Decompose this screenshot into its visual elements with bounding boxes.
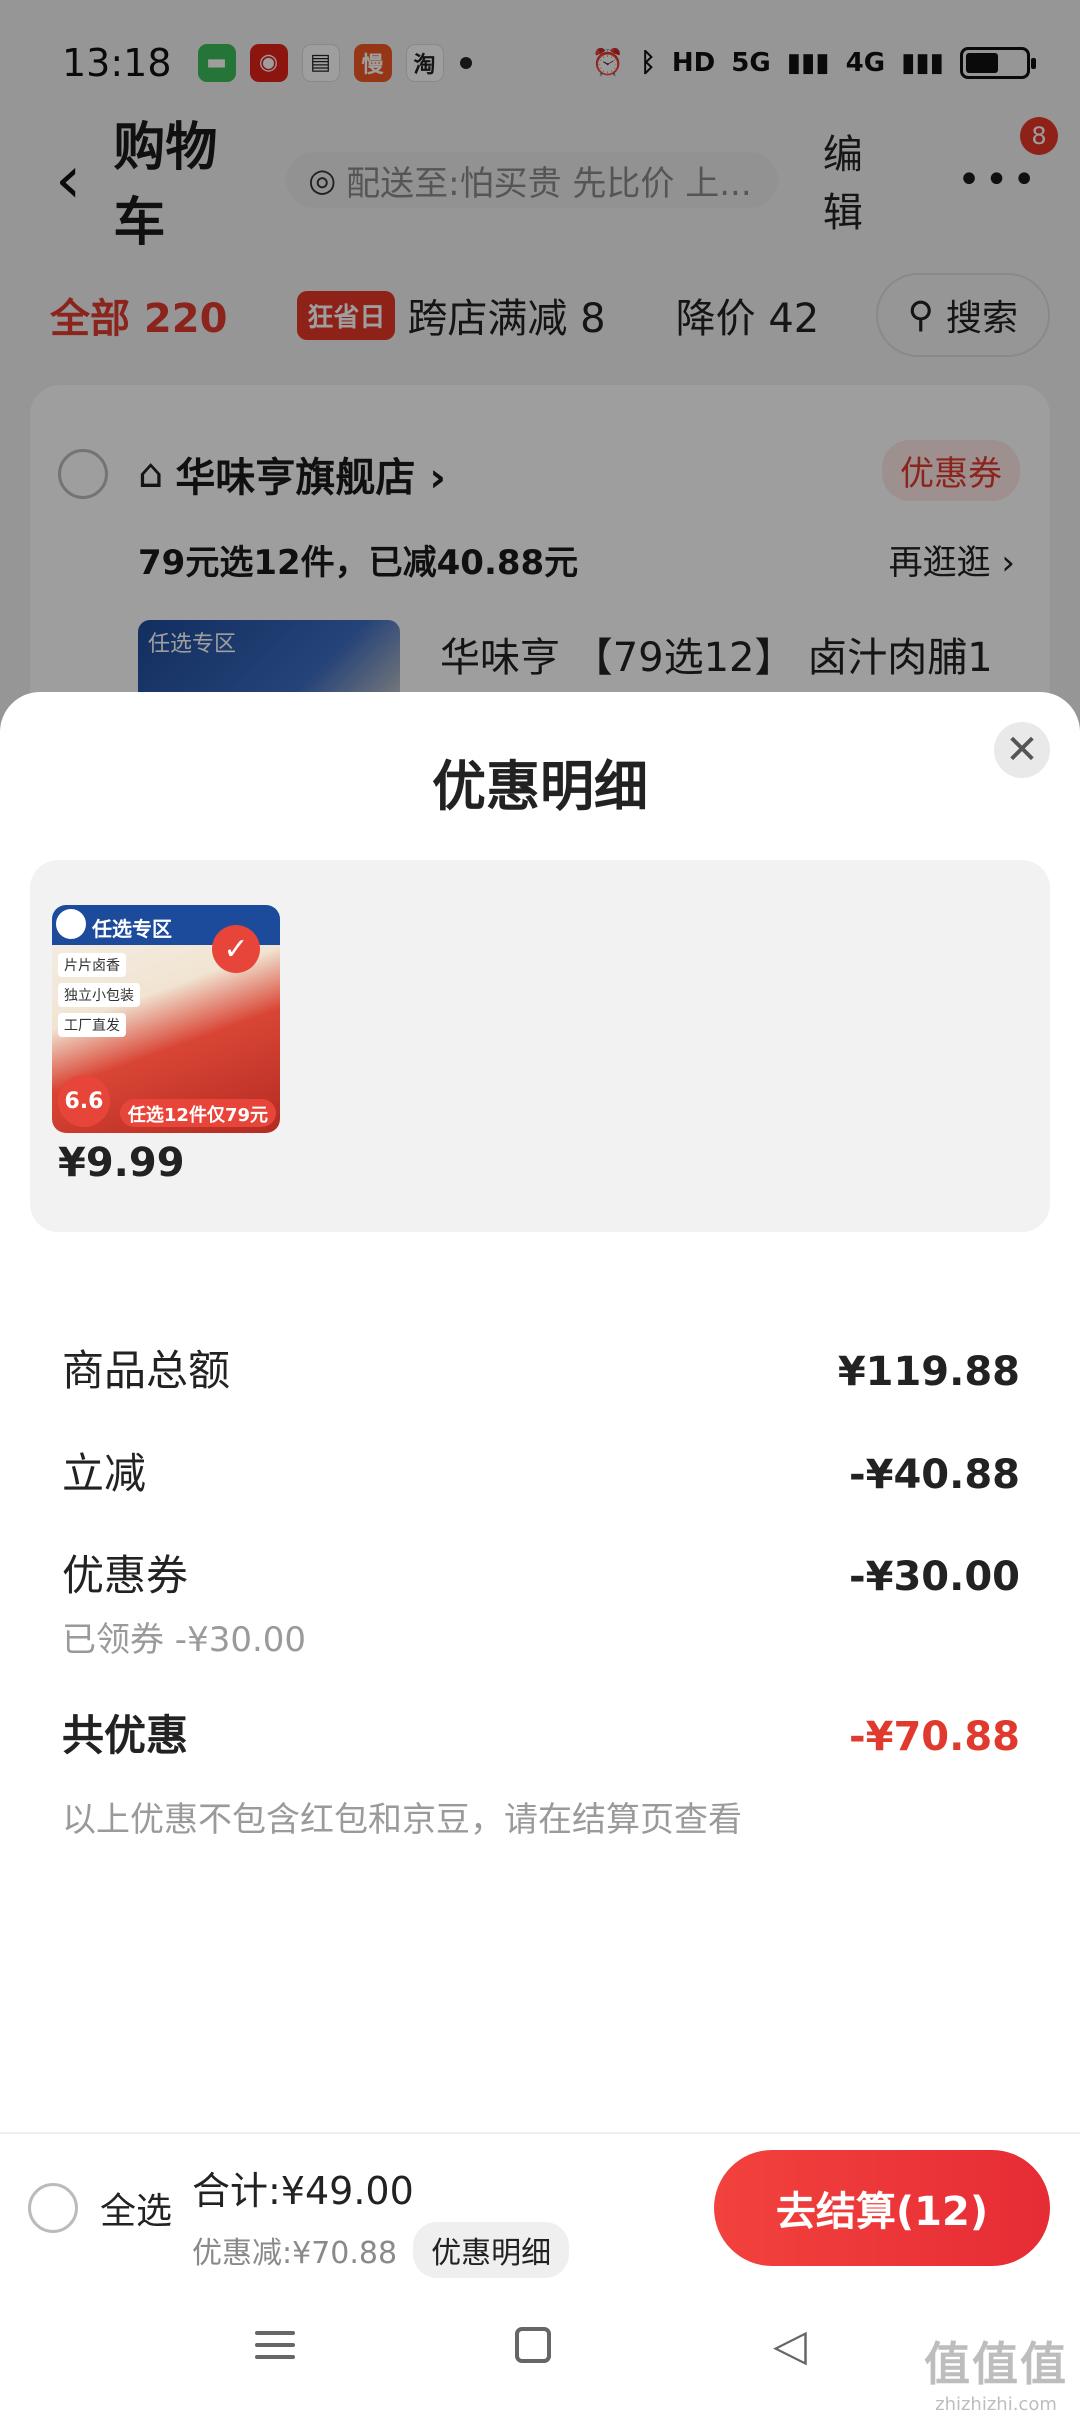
goods-total-value: ¥119.88 <box>837 1349 1020 1395</box>
sheet-title: 优惠明细 <box>432 755 648 818</box>
menu-line <box>255 2343 295 2347</box>
product-image[interactable]: 任选专区 片片卤香 独立小包装 工厂直发 ✓ 6.6 任选12件仅79元 <box>52 905 280 1133</box>
select-all-checkbox[interactable] <box>28 2183 78 2233</box>
image-tag: 工厂直发 <box>58 1013 126 1037</box>
site-watermark: 值值值 zhizhizhi.com <box>924 2328 1068 2412</box>
coupon-label: 优惠券 <box>62 1551 189 1600</box>
coupon-value: -¥30.00 <box>849 1554 1020 1600</box>
watermark-url: zhizhizhi.com <box>935 2394 1057 2412</box>
total-discount-value: -¥70.88 <box>849 1714 1020 1760</box>
menu-line <box>255 2331 295 2335</box>
item-price: ¥9.99 <box>58 1140 185 1186</box>
watermark-logo: 值值值 <box>924 2337 1068 2391</box>
instant-cut-label: 立减 <box>62 1449 147 1498</box>
goods-total-row: 商品总额 ¥119.88 <box>62 1337 1020 1398</box>
close-button[interactable]: ✕ <box>994 722 1050 778</box>
screen: 13:18 ▬ ◉ ▤ 慢淘 ⏰ ᛒ HD 5G ▮▮▮ 4G ▮▮▮ ‹ 购物车 ◎… <box>0 0 1080 2412</box>
image-promo-strip: 任选12件仅79元 <box>119 1099 276 1127</box>
checkout-button[interactable]: 去结算(12) <box>714 2150 1050 2266</box>
discount-detail-button[interactable]: 优惠明细 <box>413 2222 570 2278</box>
instant-cut-row: 立减 -¥40.88 <box>62 1440 1020 1501</box>
menu-line <box>255 2355 295 2359</box>
image-tag: 片片卤香 <box>58 953 126 977</box>
checkmark-icon: ✓ <box>212 925 260 973</box>
recent-apps-button[interactable] <box>250 2320 300 2370</box>
discount-note: 以上优惠不包含红包和京豆，请在结算页查看 <box>62 1800 742 1840</box>
checkout-bar: 全选 合计:¥49.00 优惠减:¥70.88 优惠明细 去结算(12) <box>0 2132 1080 2280</box>
select-all-toggle[interactable]: 全选 <box>28 2182 172 2234</box>
order-total: 合计:¥49.00 <box>192 2169 414 2213</box>
select-all-label: 全选 <box>100 2191 173 2232</box>
goods-total-label: 商品总额 <box>62 1346 231 1395</box>
image-price-badge: 6.6 <box>58 1075 110 1127</box>
back-triangle-icon: ◁ <box>773 2319 807 2371</box>
system-nav-bar: ◁ <box>0 2280 1080 2412</box>
coupon-sub-text: 已领券 -¥30.00 <box>62 1620 307 1660</box>
discount-line: 优惠减:¥70.88 优惠明细 <box>192 2222 570 2278</box>
close-icon: ✕ <box>1005 727 1039 773</box>
coupon-row: 优惠券 -¥30.00 <box>62 1542 1020 1603</box>
home-square-icon <box>515 2327 551 2363</box>
total-discount-label: 共优惠 <box>62 1711 189 1760</box>
image-tag: 独立小包装 <box>58 983 140 1007</box>
back-button[interactable]: ◁ <box>765 2319 815 2371</box>
instant-cut-value: -¥40.88 <box>849 1452 1020 1498</box>
selected-items-box: 任选专区 片片卤香 独立小包装 工厂直发 ✓ 6.6 任选12件仅79元 ¥9.99 <box>30 860 1050 1232</box>
image-tags: 片片卤香独立小包装工厂直发 <box>58 953 140 1037</box>
home-button[interactable] <box>508 2320 558 2370</box>
discount-amount: 优惠减:¥70.88 <box>192 2236 398 2271</box>
brand-logo-icon <box>56 909 86 939</box>
total-discount-row: 共优惠 -¥70.88 <box>62 1702 1020 1763</box>
